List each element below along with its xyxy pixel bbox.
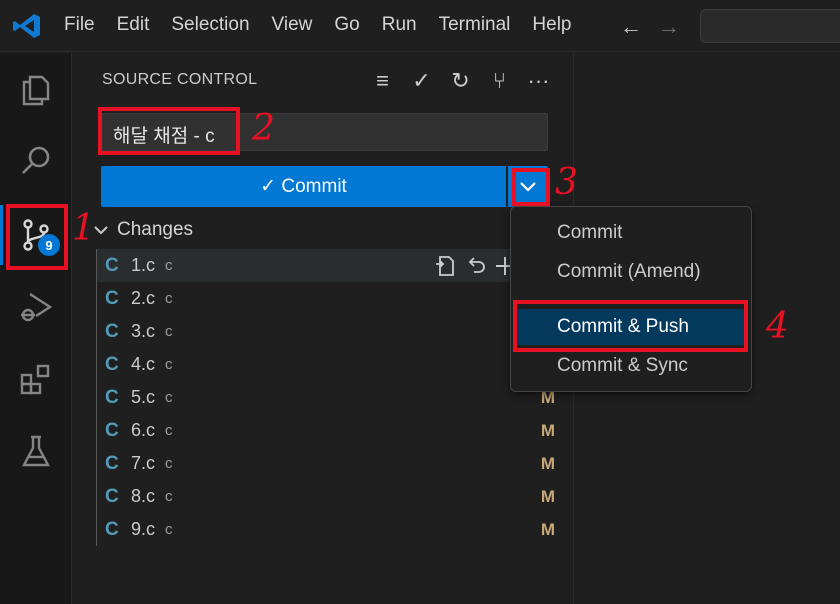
file-dir: c (165, 290, 173, 307)
title-bar: File Edit Selection View Go Run Terminal… (0, 0, 840, 52)
file-dir: c (165, 323, 173, 340)
annotation-box-dropdown (512, 168, 550, 206)
c-file-icon: C (105, 353, 119, 375)
file-name: 6.c (131, 420, 156, 440)
search-icon (22, 146, 50, 174)
menu-bar: File Edit Selection View Go Run Terminal… (64, 14, 594, 36)
run-debug-icon (21, 292, 53, 322)
file-row[interactable]: C 6.c c M (97, 414, 555, 447)
vscode-logo-icon (13, 14, 40, 38)
c-file-icon: C (105, 386, 119, 408)
commit-check-icon[interactable]: ✓ (402, 67, 441, 95)
commit-button[interactable]: ✓ Commit (101, 166, 506, 207)
commit-options-menu: Commit Commit (Amend) Commit & Push Comm… (510, 206, 752, 392)
view-as-tree-icon[interactable]: ≡ (363, 67, 402, 95)
changes-section-header[interactable]: Changes (91, 219, 193, 241)
c-file-icon: C (105, 485, 119, 507)
file-name: 9.c (131, 519, 156, 539)
menu-item-commit[interactable]: Commit (515, 215, 747, 251)
annotation-box-message (98, 107, 240, 155)
files-icon (22, 75, 50, 106)
modified-badge: M (540, 453, 555, 473)
file-row[interactable]: C 4.c c (97, 348, 549, 381)
testing-button[interactable] (0, 415, 72, 487)
explorer-button[interactable] (0, 53, 72, 125)
menu-edit[interactable]: Edit (117, 14, 150, 36)
file-name: 1.c (131, 255, 156, 275)
file-row[interactable]: C 1.c c (97, 249, 549, 282)
file-row[interactable]: C 5.c c M (97, 381, 555, 414)
modified-badge: M (540, 420, 555, 440)
file-dir: c (165, 356, 173, 373)
more-actions-icon[interactable]: ··· (519, 67, 558, 95)
file-row[interactable]: C 8.c c M (97, 480, 555, 513)
file-row[interactable]: C 9.c c M (97, 513, 555, 546)
modified-badge: M (540, 519, 555, 539)
menu-view[interactable]: View (272, 14, 313, 36)
file-dir: c (165, 422, 173, 439)
file-name: 3.c (131, 321, 156, 341)
command-center-search[interactable] (700, 9, 840, 43)
back-arrow-icon[interactable]: ← (620, 14, 642, 40)
annotation-label-4: 4 (766, 306, 789, 347)
panel-actions: ≡ ✓ ↻ ⑂ ··· (363, 67, 558, 95)
flask-icon (22, 435, 50, 467)
file-dir: c (165, 488, 173, 505)
graph-icon[interactable]: ⑂ (480, 67, 519, 95)
annotation-label-2: 2 (252, 108, 275, 149)
file-name: 5.c (131, 387, 156, 407)
changes-label: Changes (117, 219, 194, 240)
file-name: 2.c (131, 288, 156, 308)
c-file-icon: C (105, 254, 119, 276)
extensions-button[interactable] (0, 343, 72, 415)
c-file-icon: C (105, 419, 119, 441)
row-actions (433, 254, 515, 278)
file-dir: c (165, 389, 173, 406)
file-dir: c (165, 521, 173, 538)
file-dir: c (165, 455, 173, 472)
file-row[interactable]: C 3.c c (97, 315, 549, 348)
run-debug-button[interactable] (0, 271, 72, 343)
c-file-icon: C (105, 452, 119, 474)
file-name: 8.c (131, 486, 156, 506)
modified-badge: M (540, 486, 555, 506)
c-file-icon: C (105, 518, 119, 540)
c-file-icon: C (105, 320, 119, 342)
open-file-icon[interactable] (433, 254, 457, 278)
file-row[interactable]: C 7.c c M (97, 447, 555, 480)
activity-bar: 9 (0, 53, 72, 604)
annotation-label-3: 3 (555, 162, 578, 203)
search-button[interactable] (0, 125, 72, 197)
file-name: 4.c (131, 354, 156, 374)
menu-item-commit-amend[interactable]: Commit (Amend) (515, 254, 747, 290)
menu-file[interactable]: File (64, 14, 95, 36)
panel-title: SOURCE CONTROL (102, 71, 258, 88)
forward-arrow-icon[interactable]: → (658, 14, 680, 40)
refresh-icon[interactable]: ↻ (441, 67, 480, 95)
menu-selection[interactable]: Selection (171, 14, 249, 36)
menu-run[interactable]: Run (382, 14, 417, 36)
annotation-box-commit-push (513, 300, 748, 352)
menu-go[interactable]: Go (334, 14, 359, 36)
annotation-label-1: 1 (72, 208, 95, 249)
file-name: 7.c (131, 453, 156, 473)
extensions-icon (20, 364, 50, 395)
discard-changes-icon[interactable] (465, 254, 487, 278)
menu-item-commit-sync[interactable]: Commit & Sync (515, 348, 747, 384)
file-dir: c (165, 257, 173, 274)
menu-help[interactable]: Help (532, 14, 571, 36)
annotation-box-source-control (6, 204, 68, 270)
file-row[interactable]: C 2.c c (97, 282, 549, 315)
menu-terminal[interactable]: Terminal (439, 14, 511, 36)
c-file-icon: C (105, 287, 119, 309)
